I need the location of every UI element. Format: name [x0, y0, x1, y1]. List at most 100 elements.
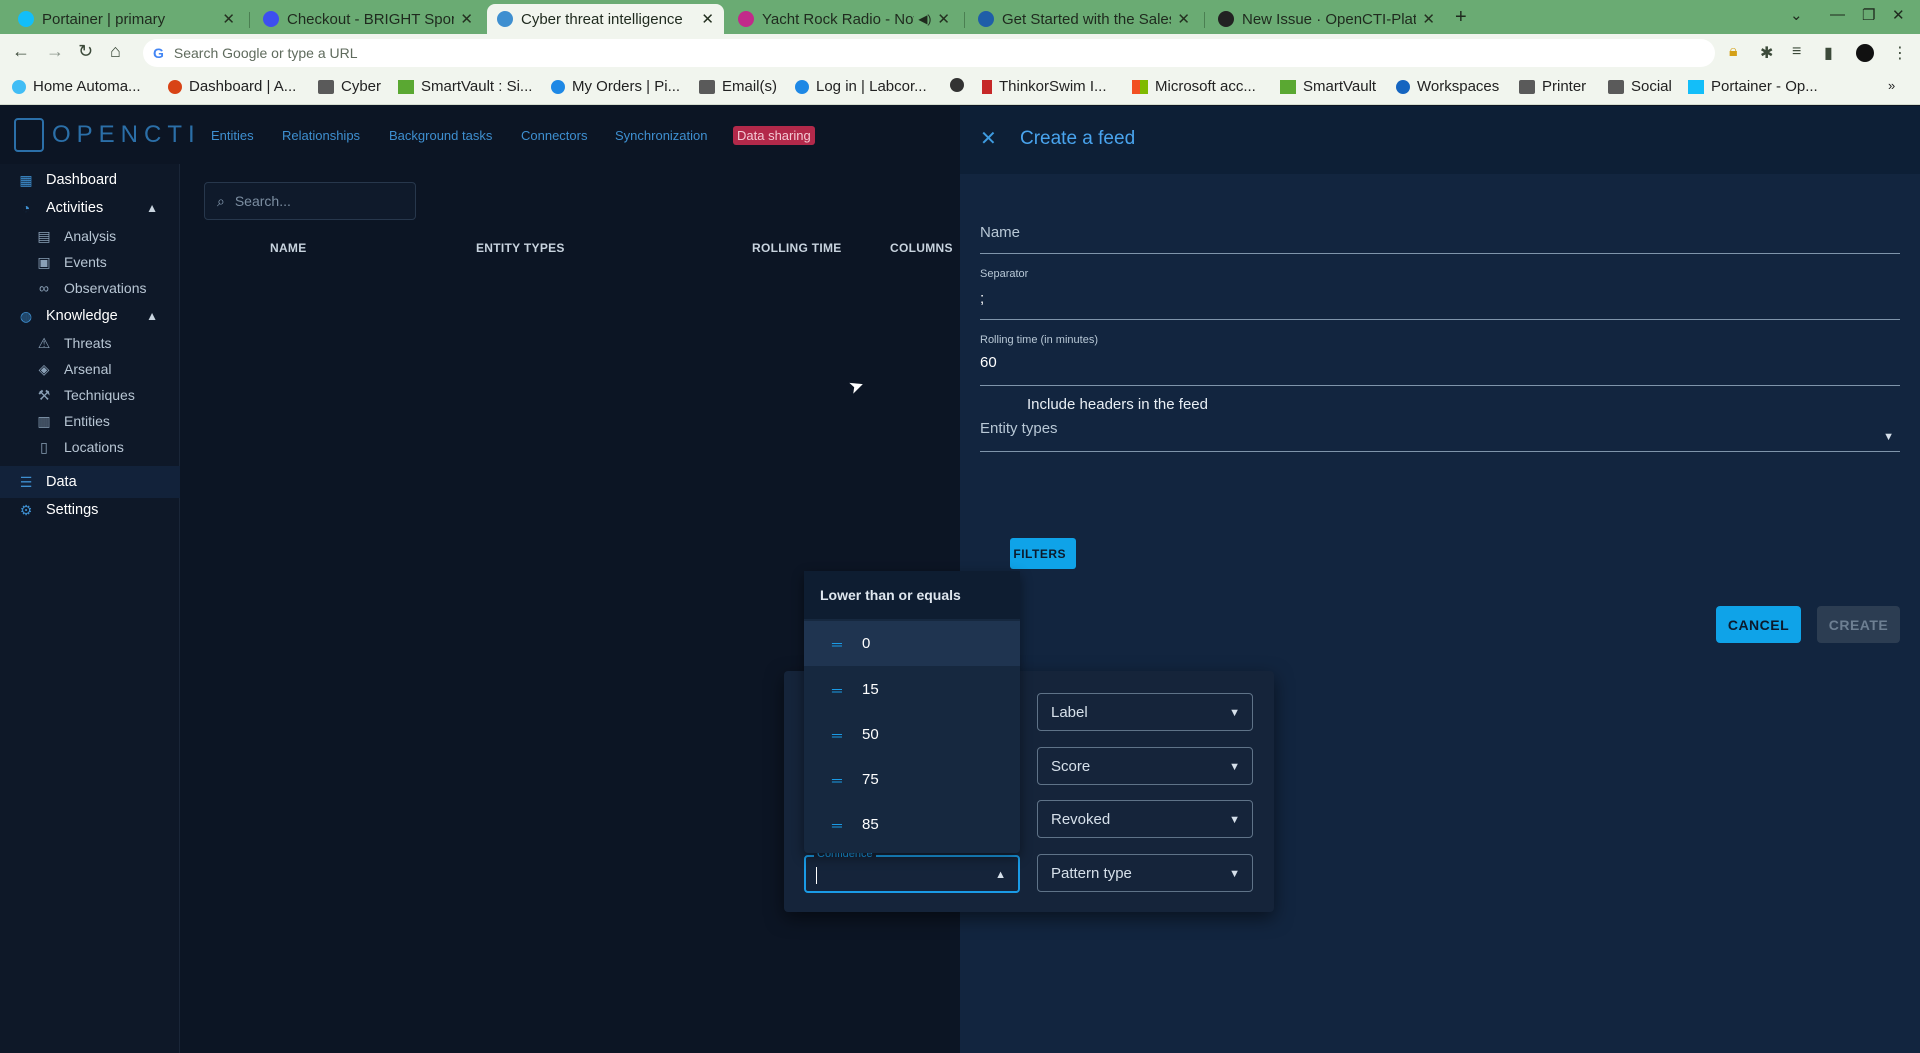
nav-synchronization[interactable]: Synchronization: [615, 128, 708, 143]
sidebar-item-threats[interactable]: ⚠ Threats: [0, 335, 180, 351]
sidebar-item-data[interactable]: ☰ Data: [0, 466, 180, 498]
option-item[interactable]: ═ 75: [804, 757, 1020, 802]
back-icon[interactable]: ←: [12, 41, 30, 62]
bookmark-item[interactable]: Workspaces: [1396, 78, 1499, 95]
revoked-filter-select[interactable]: Revoked ▼: [1037, 800, 1253, 838]
sidebar-label: Observations: [64, 280, 147, 296]
sidebar-item-knowledge[interactable]: ◍ Knowledge ▲: [0, 308, 180, 324]
close-tab-icon[interactable]: ✕: [701, 10, 714, 28]
browser-tab[interactable]: New Issue · OpenCTI-Platf ✕: [1208, 4, 1445, 34]
rolling-time-field[interactable]: Rolling time (in minutes) 60: [980, 334, 1900, 386]
bookmark-item[interactable]: Dashboard | A...: [168, 78, 296, 95]
pattern-type-filter-select[interactable]: Pattern type ▼: [1037, 854, 1253, 892]
option-item[interactable]: ═ 0: [804, 621, 1020, 666]
sidebar-item-techniques[interactable]: ⚒ Techniques: [0, 387, 180, 403]
bookmark-label: Email(s): [722, 78, 777, 95]
nav-data-sharing[interactable]: Data sharing: [733, 126, 815, 145]
name-label: Name: [980, 224, 1021, 241]
extensions-icon[interactable]: ✱: [1760, 43, 1773, 63]
chevron-up-icon[interactable]: ▲: [995, 869, 1006, 881]
close-window-icon[interactable]: ✕: [1892, 6, 1905, 24]
sidebar-item-locations[interactable]: ▯ Locations: [0, 439, 180, 455]
bookmark-item[interactable]: SmartVault : Si...: [398, 78, 532, 95]
speaker-icon[interactable]: ◀): [918, 12, 931, 26]
restore-window-icon[interactable]: ❐: [1862, 6, 1875, 24]
option-item[interactable]: ═ 15: [804, 667, 1020, 712]
sidebar-item-analysis[interactable]: ▤ Analysis: [0, 228, 180, 244]
browser-tab[interactable]: Checkout - BRIGHT Sport ✕: [253, 4, 483, 34]
column-header-columns[interactable]: COLUMNS: [890, 241, 953, 255]
side-panel-icon[interactable]: ▮: [1824, 43, 1833, 63]
close-tab-icon[interactable]: ✕: [460, 10, 473, 28]
sidebar-label: Arsenal: [64, 361, 112, 377]
bookmark-item[interactable]: Email(s): [699, 78, 777, 95]
nav-entities[interactable]: Entities: [211, 128, 254, 143]
home-icon[interactable]: ⌂: [110, 41, 121, 62]
browser-tab-active[interactable]: Cyber threat intelligence ✕: [487, 4, 724, 34]
create-button[interactable]: CREATE: [1817, 606, 1900, 643]
separator-field[interactable]: Separator ;: [980, 268, 1900, 320]
database-icon: ☰: [19, 474, 33, 490]
media-control-icon[interactable]: ≡: [1792, 43, 1801, 61]
bookmark-item[interactable]: Microsoft acc...: [1132, 78, 1256, 95]
minimize-window-icon[interactable]: —: [1830, 6, 1845, 23]
sidebar-item-entities[interactable]: ▥ Entities: [0, 413, 180, 429]
bookmark-item[interactable]: SmartVault: [1280, 78, 1376, 95]
browser-menu-icon[interactable]: ⋮: [1892, 43, 1908, 63]
sidebar-item-events[interactable]: ▣ Events: [0, 254, 180, 270]
browser-tab[interactable]: Get Started with the Sales ✕: [968, 4, 1200, 34]
bookmark-item[interactable]: Printer: [1519, 78, 1586, 95]
new-tab-button[interactable]: +: [1455, 6, 1467, 29]
browser-tab[interactable]: Yacht Rock Radio - Now ◀) ✕: [728, 4, 960, 34]
column-header-name[interactable]: NAME: [270, 241, 307, 255]
sidebar-item-activities[interactable]: ◔ Activities ▲: [0, 200, 180, 216]
profile-avatar[interactable]: [1856, 44, 1874, 62]
more-bookmarks-icon[interactable]: »: [1888, 78, 1895, 93]
include-headers-label[interactable]: Include headers in the feed: [1027, 396, 1208, 413]
nav-relationships[interactable]: Relationships: [282, 128, 360, 143]
bookmark-item[interactable]: Home Automa...: [12, 78, 141, 95]
filters-button[interactable]: FILTERS: [1010, 538, 1076, 569]
close-tab-icon[interactable]: ✕: [1177, 10, 1190, 28]
option-item[interactable]: ═ 85: [804, 802, 1020, 847]
column-header-rolling-time[interactable]: ROLLING TIME: [752, 241, 842, 255]
name-field[interactable]: Name: [980, 224, 1900, 254]
close-tab-icon[interactable]: ✕: [1422, 10, 1435, 28]
search-field[interactable]: ⌕: [204, 182, 416, 220]
nav-background-tasks[interactable]: Background tasks: [389, 128, 492, 143]
sidebar-item-arsenal[interactable]: ◈ Arsenal: [0, 361, 180, 377]
bookmark-item[interactable]: My Orders | Pi...: [551, 78, 680, 95]
password-manager-icon[interactable]: 🔒︎: [1729, 43, 1738, 61]
column-header-entity-types[interactable]: ENTITY TYPES: [476, 241, 565, 255]
label-filter-select[interactable]: Label ▼: [1037, 693, 1253, 731]
bookmark-item[interactable]: Social: [1608, 78, 1672, 95]
bookmark-item[interactable]: ThinkorSwim I...: [982, 78, 1107, 95]
bookmark-item[interactable]: Log in | Labcor...: [795, 78, 927, 95]
close-tab-icon[interactable]: ✕: [222, 10, 235, 28]
score-filter-select[interactable]: Score ▼: [1037, 747, 1253, 785]
sidebar-item-settings[interactable]: ⚙ Settings: [0, 502, 180, 518]
cancel-button[interactable]: CANCEL: [1716, 606, 1801, 643]
forward-icon[interactable]: →: [46, 41, 64, 62]
reload-icon[interactable]: ↻: [78, 41, 93, 62]
nav-connectors[interactable]: Connectors: [521, 128, 587, 143]
bookmark-item[interactable]: [950, 78, 971, 92]
entity-types-select[interactable]: Entity types ▼: [980, 420, 1900, 452]
bookmark-item[interactable]: Portainer - Op...: [1688, 78, 1818, 95]
sidebar-item-observations[interactable]: ∞ Observations: [0, 280, 180, 296]
tab-title: New Issue · OpenCTI-Platf: [1242, 10, 1417, 28]
bookmark-item[interactable]: Cyber: [318, 78, 381, 95]
confidence-input[interactable]: Confidence ▲: [804, 848, 1020, 893]
option-label: 15: [862, 681, 879, 698]
tab-search-icon[interactable]: ⌄: [1790, 6, 1803, 24]
option-item[interactable]: ═ 50: [804, 712, 1020, 757]
search-input[interactable]: [234, 193, 405, 209]
opencti-logo[interactable]: OPENCTI: [14, 118, 201, 152]
close-icon[interactable]: ✕: [980, 126, 997, 151]
address-bar[interactable]: G Search Google or type a URL: [143, 39, 1715, 67]
browser-tab[interactable]: Portainer | primary ✕: [8, 4, 245, 34]
close-tab-icon[interactable]: ✕: [937, 10, 950, 28]
sidebar-item-dashboard[interactable]: ▦ Dashboard: [0, 172, 180, 188]
folder-icon: [1519, 79, 1535, 94]
rolling-time-value: 60: [980, 354, 997, 371]
